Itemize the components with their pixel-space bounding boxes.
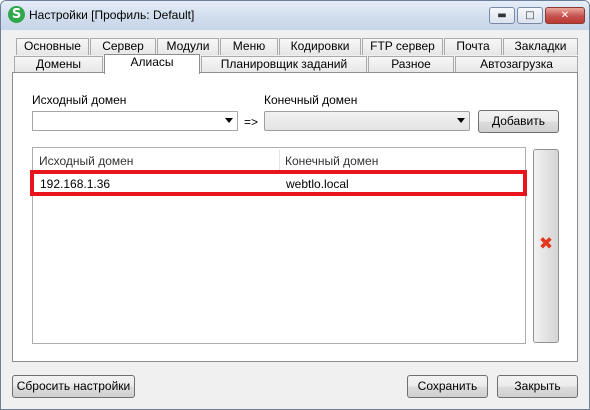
list-header: Исходный домен Конечный домен	[33, 150, 525, 172]
title-bar: S Настройки [Профиль: Default] ▬ □ ✕	[1, 1, 589, 30]
tab-bookmarks[interactable]: Закладки	[503, 38, 578, 55]
add-button[interactable]: Добавить	[478, 110, 559, 133]
chevron-down-icon	[225, 118, 233, 123]
tab-ftp-server[interactable]: FTP сервер	[362, 38, 443, 55]
save-button[interactable]: Сохранить	[407, 375, 488, 398]
column-header-source[interactable]: Исходный домен	[33, 150, 279, 172]
maximize-button[interactable]: □	[517, 7, 543, 24]
column-header-target[interactable]: Конечный домен	[279, 150, 525, 172]
tab-domains[interactable]: Домены	[14, 56, 103, 73]
chevron-down-icon	[457, 118, 465, 123]
tab-osnovnye[interactable]: Основные	[16, 38, 89, 55]
tab-mail[interactable]: Почта	[444, 38, 502, 55]
close-button[interactable]: Закрыть	[497, 375, 578, 398]
close-window-button[interactable]: ✕	[545, 7, 585, 24]
arrow-separator: =>	[244, 115, 259, 129]
minimize-button[interactable]: ▬	[489, 7, 515, 24]
reset-settings-button[interactable]: Сбросить настройки	[12, 375, 135, 398]
tab-scheduler[interactable]: Планировщик заданий	[201, 56, 367, 73]
source-domain-label: Исходный домен	[32, 93, 127, 107]
tab-aliases[interactable]: Алиасы	[104, 54, 200, 74]
target-domain-label: Конечный домен	[264, 93, 358, 107]
tab-row-1: Основные Сервер Модули Меню Кодировки FT…	[1, 38, 590, 55]
app-logo-icon: S	[8, 6, 25, 23]
tab-encodings[interactable]: Кодировки	[279, 38, 361, 55]
tab-row-2: Домены Алиасы Планировщик заданий Разное…	[1, 54, 590, 74]
source-domain-combo[interactable]	[32, 111, 238, 131]
tab-autostart[interactable]: Автозагрузка	[455, 56, 578, 73]
target-domain-combo[interactable]	[264, 111, 470, 131]
window-title: Настройки [Профиль: Default]	[29, 8, 195, 22]
tab-modules[interactable]: Модули	[157, 38, 219, 55]
settings-window: S Настройки [Профиль: Default] ▬ □ ✕ Осн…	[0, 0, 590, 410]
tab-menu[interactable]: Меню	[220, 38, 278, 55]
row-highlight-annotation	[30, 170, 527, 196]
delete-alias-button[interactable]: ✖	[533, 149, 559, 343]
delete-icon: ✖	[538, 234, 554, 254]
tab-misc[interactable]: Разное	[368, 56, 454, 73]
tab-server[interactable]: Сервер	[90, 38, 156, 55]
